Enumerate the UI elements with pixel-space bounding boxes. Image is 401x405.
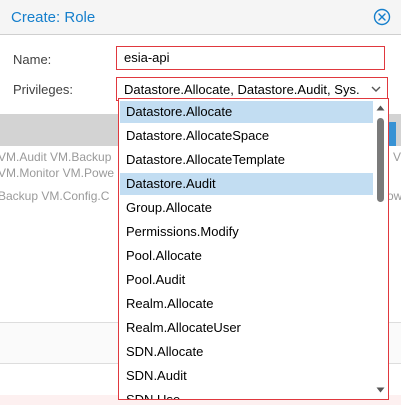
- dropdown-option[interactable]: Datastore.AllocateSpace: [120, 125, 373, 147]
- dialog-title: Create: Role: [11, 9, 96, 26]
- dropdown-option[interactable]: Pool.Allocate: [120, 245, 373, 267]
- dropdown-option[interactable]: Datastore.AllocateTemplate: [120, 149, 373, 171]
- dialog-header: Create: Role: [0, 0, 401, 35]
- scroll-down-arrow-icon[interactable]: [373, 383, 388, 397]
- background-text-fragment: V: [393, 150, 401, 164]
- dropdown-option[interactable]: Datastore.Allocate: [120, 101, 373, 123]
- dropdown-option[interactable]: Datastore.Audit: [120, 173, 373, 195]
- scroll-up-arrow-icon[interactable]: [373, 101, 388, 115]
- dropdown-option[interactable]: SDN.Use: [120, 389, 373, 399]
- background-text-row: Backup VM.Config.C: [0, 189, 110, 203]
- background-text-row: VM.Monitor VM.Powe: [0, 166, 115, 180]
- background-text-fragment: ow: [387, 189, 401, 203]
- privileges-value: Datastore.Allocate, Datastore.Audit, Sys…: [124, 82, 360, 97]
- dropdown-scrollbar[interactable]: [373, 99, 388, 399]
- name-label: Name:: [13, 52, 52, 67]
- chevron-down-icon[interactable]: [370, 83, 382, 95]
- dropdown-option[interactable]: Realm.Allocate: [120, 293, 373, 315]
- dropdown-option[interactable]: Realm.AllocateUser: [120, 317, 373, 339]
- dropdown-option[interactable]: Permissions.Modify: [120, 221, 373, 243]
- privileges-dropdown-list[interactable]: Datastore.Allocate Datastore.AllocateSpac…: [118, 98, 389, 400]
- dropdown-option[interactable]: SDN.Allocate: [120, 341, 373, 363]
- scrollbar-thumb[interactable]: [377, 118, 384, 202]
- privileges-label: Privileges:: [13, 82, 73, 97]
- create-button-edge[interactable]: [388, 122, 396, 146]
- dropdown-option[interactable]: Pool.Audit: [120, 269, 373, 291]
- name-field[interactable]: esia-api: [116, 46, 385, 70]
- dropdown-option[interactable]: Group.Allocate: [120, 197, 373, 219]
- background-text-row: VM.Audit VM.Backup: [0, 150, 112, 164]
- close-icon[interactable]: [373, 8, 391, 26]
- dropdown-option[interactable]: SDN.Audit: [120, 365, 373, 387]
